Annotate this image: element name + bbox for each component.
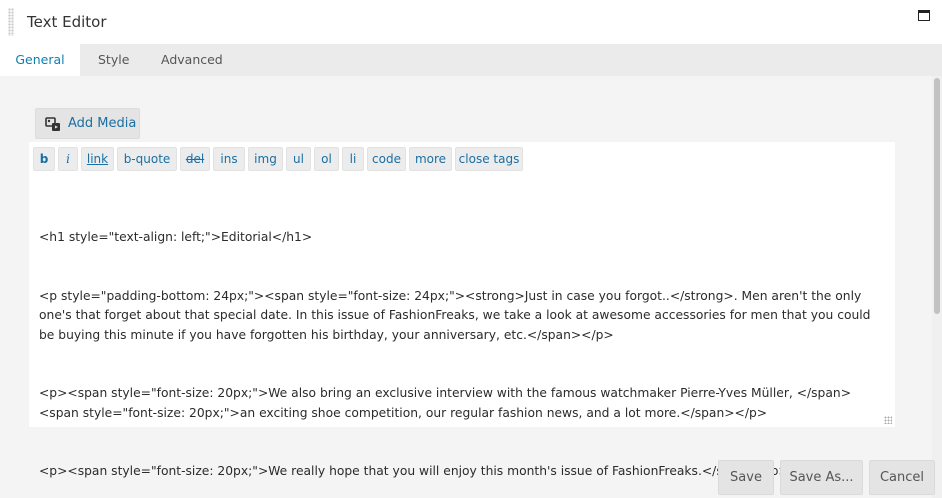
source-line: <p style="padding-bottom: 24px;"><span s…	[39, 288, 875, 342]
bold-button[interactable]: b	[33, 147, 55, 171]
source-line: <h1 style="text-align: left;">Editorial<…	[39, 230, 313, 244]
ul-button[interactable]: ul	[286, 147, 311, 171]
html-source-textarea[interactable]: <h1 style="text-align: left;">Editorial<…	[39, 189, 885, 498]
window-title: Text Editor	[27, 13, 107, 31]
more-button[interactable]: more	[409, 147, 452, 171]
save-as-button[interactable]: Save As...	[780, 460, 863, 495]
tab-general[interactable]: General	[0, 44, 80, 76]
blockquote-button[interactable]: b-quote	[117, 147, 177, 171]
resize-handle[interactable]	[884, 416, 892, 424]
italic-button[interactable]: i	[58, 147, 78, 171]
add-media-icon	[45, 117, 60, 131]
title-bar[interactable]: Text Editor	[0, 0, 942, 44]
code-button[interactable]: code	[367, 147, 406, 171]
add-media-label: Add Media	[68, 116, 137, 131]
save-button[interactable]: Save	[718, 460, 774, 495]
scrollbar-thumb[interactable]	[934, 78, 940, 314]
close-tags-button[interactable]: close tags	[455, 147, 523, 171]
add-media-button[interactable]: Add Media	[35, 108, 140, 139]
drag-handle[interactable]	[8, 8, 14, 36]
source-line: <p><span style="font-size: 20px;">We als…	[39, 386, 851, 420]
tab-style[interactable]: Style	[98, 44, 129, 76]
li-button[interactable]: li	[342, 147, 364, 171]
tab-bar: General Style Advanced	[0, 44, 942, 76]
tab-advanced[interactable]: Advanced	[161, 44, 223, 76]
del-button[interactable]: del	[180, 147, 210, 171]
cancel-button[interactable]: Cancel	[869, 460, 935, 495]
text-editor[interactable]: b i link b-quote del ins img ul ol li co…	[29, 142, 895, 478]
ins-button[interactable]: ins	[213, 147, 245, 171]
link-button[interactable]: link	[81, 147, 114, 171]
ol-button[interactable]: ol	[314, 147, 339, 171]
img-button[interactable]: img	[248, 147, 283, 171]
maximize-icon[interactable]	[918, 10, 930, 21]
